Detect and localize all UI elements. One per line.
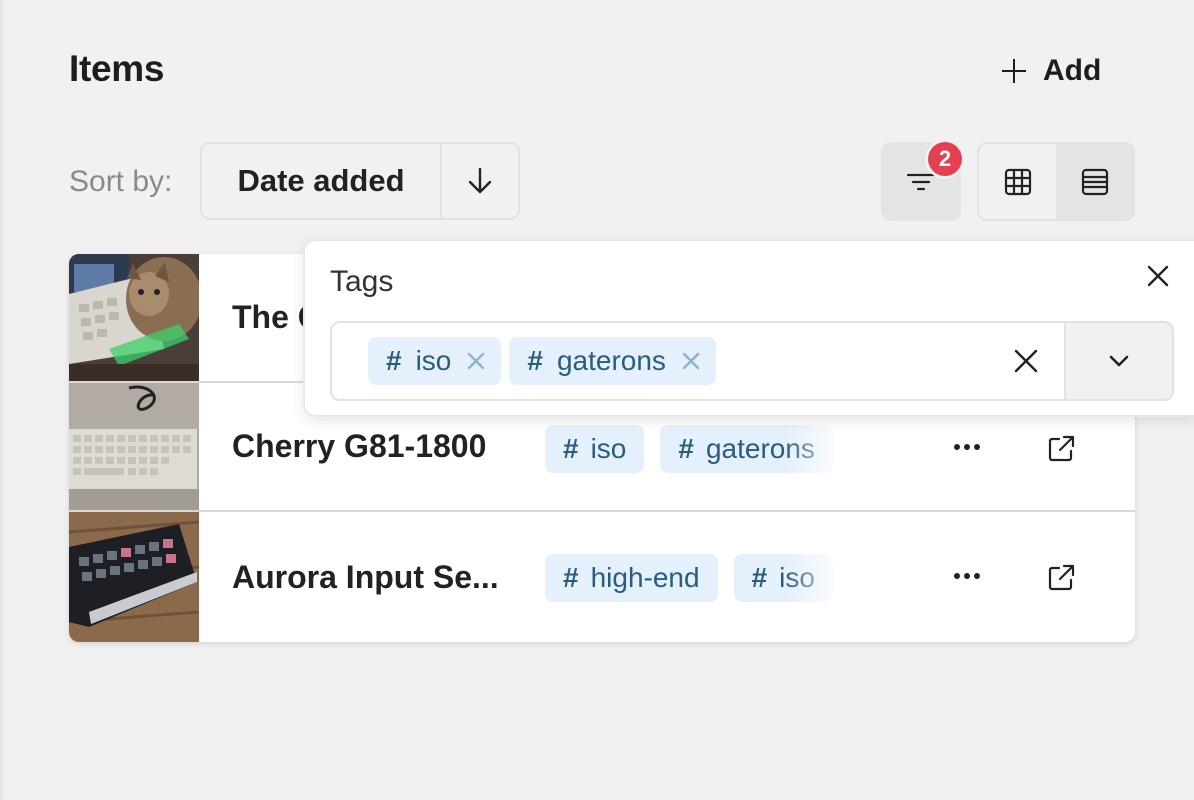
tag-filter-popover: Tags # iso # gaterons (303, 239, 1194, 417)
hash-icon: # (386, 345, 402, 376)
hash-icon: # (678, 433, 694, 464)
filter-count-badge: 2 (928, 142, 962, 176)
hash-icon: # (563, 433, 579, 464)
item-tags: # iso # gaterons (545, 425, 855, 473)
sort-field-button[interactable]: Date added (202, 144, 442, 218)
sort-control: Date added (200, 142, 520, 220)
tags-dropdown-toggle[interactable] (1064, 323, 1172, 399)
hash-icon: # (527, 345, 543, 376)
list-icon (1081, 168, 1108, 195)
chevron-down-icon (1109, 355, 1129, 367)
tag-label: iso (590, 433, 627, 464)
page-title: Items (69, 48, 165, 89)
grid-icon (1004, 168, 1031, 195)
filter-icon (906, 173, 936, 190)
item-thumbnail (69, 254, 199, 381)
tag-chip[interactable]: # iso (545, 425, 645, 473)
close-popover-button[interactable] (1141, 259, 1175, 293)
item-tags: # high-end # iso (545, 554, 855, 602)
view-mode-toggle (977, 142, 1135, 221)
remove-icon (468, 352, 485, 370)
selected-tags: # iso # gaterons (332, 323, 988, 399)
tag-label: gaterons (556, 345, 666, 376)
tag-chip[interactable]: # gaterons (660, 425, 833, 473)
external-link-icon (1048, 435, 1075, 462)
open-external-button[interactable] (1035, 423, 1087, 475)
tag-label: iso (779, 562, 815, 593)
more-options-button[interactable] (937, 427, 997, 467)
remove-tag-button[interactable] (680, 350, 702, 372)
plus-icon (1001, 58, 1027, 84)
remove-tag-button[interactable] (465, 350, 487, 372)
list-view-button[interactable] (1056, 144, 1133, 219)
ellipsis-icon (954, 444, 980, 450)
item-name[interactable]: Aurora Input Se... (232, 512, 499, 642)
item-thumbnail (69, 383, 199, 510)
add-button-label: Add (1043, 54, 1102, 87)
hash-icon: # (563, 562, 579, 593)
clear-icon (1014, 349, 1038, 373)
ellipsis-icon (954, 573, 980, 579)
tag-label: gaterons (705, 433, 815, 464)
open-external-button[interactable] (1035, 552, 1087, 604)
tag-chip[interactable]: # high-end (545, 554, 718, 602)
item-thumbnail (69, 512, 199, 642)
selected-tag-chip: # iso (368, 337, 502, 385)
more-options-button[interactable] (937, 556, 997, 596)
table-row[interactable]: Aurora Input Se... # high-end # iso (69, 512, 1135, 642)
add-item-button[interactable]: Add (991, 46, 1111, 96)
sort-direction-button[interactable] (442, 144, 518, 218)
tag-chip[interactable]: # iso (733, 554, 833, 602)
grid-view-button[interactable] (979, 144, 1056, 219)
hash-icon: # (751, 562, 768, 593)
items-page: Items Add Sort by: Date added 2 The C Ch… (0, 0, 1194, 800)
arrow-down-icon (468, 167, 492, 194)
popover-title: Tags (330, 265, 394, 298)
sort-label: Sort by: (69, 165, 173, 198)
remove-icon (682, 352, 700, 370)
clear-tags-button[interactable] (988, 323, 1064, 399)
tag-multiselect[interactable]: # iso # gaterons (330, 321, 1174, 401)
tag-label: high-end (590, 562, 700, 593)
close-icon (1147, 265, 1169, 287)
tag-label: iso (415, 345, 452, 376)
selected-tag-chip: # gaterons (509, 337, 716, 385)
external-link-icon (1048, 564, 1075, 591)
